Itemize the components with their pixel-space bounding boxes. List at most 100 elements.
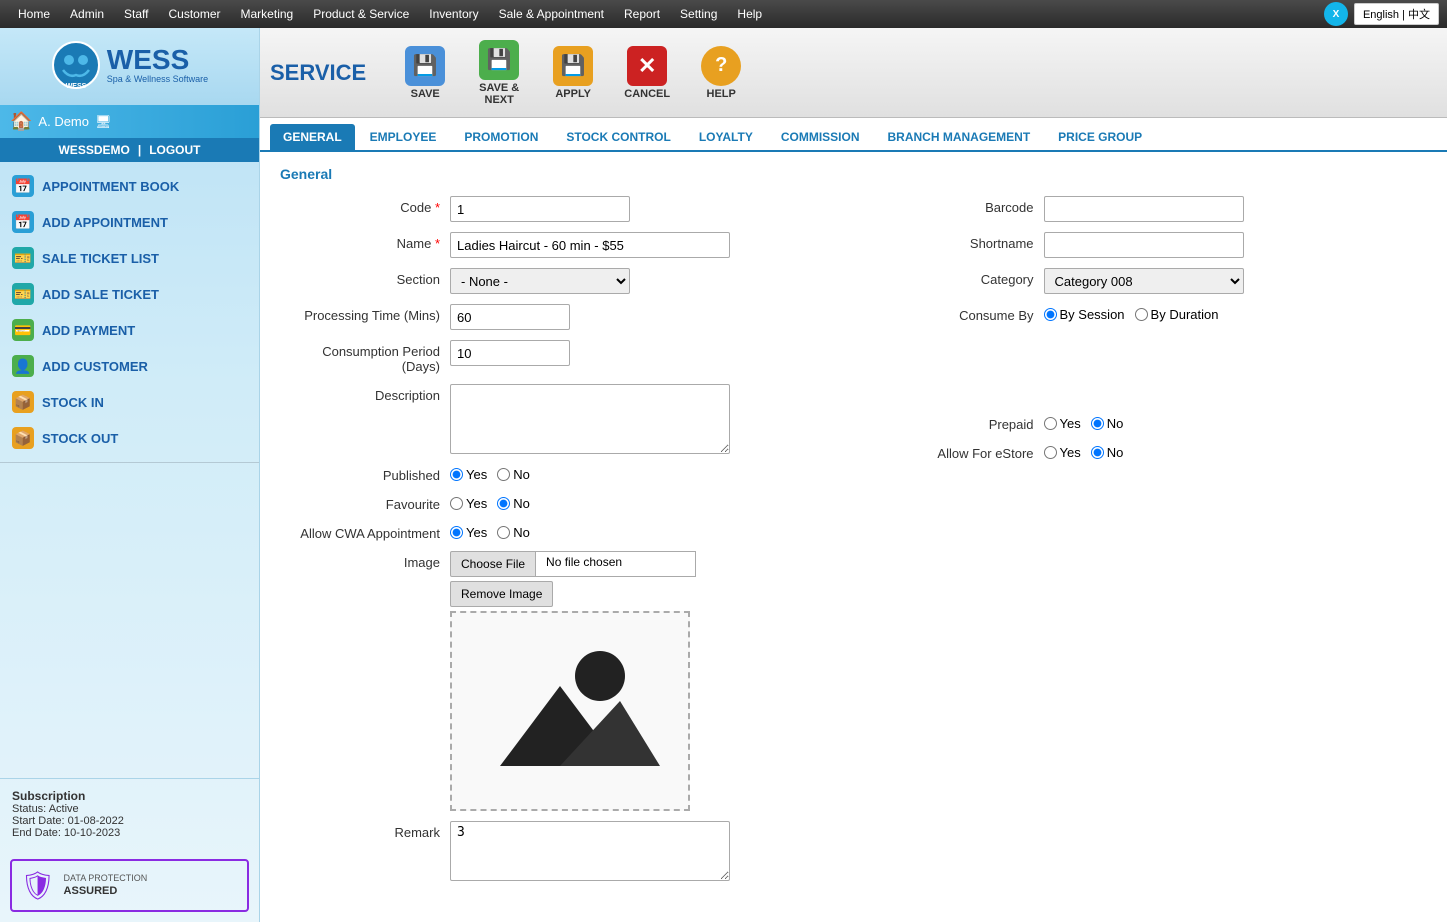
sidebar-item-label: SALE TICKET LIST <box>42 251 159 266</box>
sidebar-item-stock-in[interactable]: 📦 STOCK IN <box>0 384 259 420</box>
nav-help[interactable]: Help <box>727 0 772 28</box>
allow-estore-no-radio[interactable] <box>1091 446 1104 459</box>
consume-by-duration-radio[interactable] <box>1135 308 1148 321</box>
consume-by-duration-label[interactable]: By Duration <box>1135 307 1219 322</box>
allow-cwa-yes-label[interactable]: Yes <box>450 525 487 540</box>
allow-cwa-label: Allow CWA Appointment <box>280 522 450 541</box>
name-input[interactable] <box>450 232 730 258</box>
tab-stock-control[interactable]: STOCK CONTROL <box>553 124 683 150</box>
choose-file-button[interactable]: Choose File <box>450 551 536 577</box>
published-no-radio[interactable] <box>497 468 510 481</box>
category-select[interactable]: Category 008 <box>1044 268 1244 294</box>
logout-button[interactable]: LOGOUT <box>149 143 200 157</box>
save-next-button[interactable]: 💾 SAVE & NEXT <box>464 38 534 108</box>
dpa-line1: DATA PROTECTION <box>64 873 148 883</box>
favourite-no-radio[interactable] <box>497 497 510 510</box>
name-row: Name * <box>280 232 834 258</box>
prepaid-yes-radio[interactable] <box>1044 417 1057 430</box>
prepaid-row: Prepaid Yes No <box>874 413 1428 432</box>
nav-inventory[interactable]: Inventory <box>419 0 488 28</box>
nav-admin[interactable]: Admin <box>60 0 114 28</box>
allow-cwa-row: Allow CWA Appointment Yes No <box>280 522 834 541</box>
xero-button[interactable]: X <box>1324 2 1348 26</box>
consume-by-session-radio[interactable] <box>1044 308 1057 321</box>
sidebar-item-add-payment[interactable]: 💳 ADD PAYMENT <box>0 312 259 348</box>
barcode-input[interactable] <box>1044 196 1244 222</box>
allow-estore-yes-radio[interactable] <box>1044 446 1057 459</box>
stock-out-icon: 📦 <box>12 427 34 449</box>
prepaid-yes-text: Yes <box>1060 416 1081 431</box>
nav-staff[interactable]: Staff <box>114 0 158 28</box>
subscription-info: Subscription Status: Active Start Date: … <box>0 778 259 849</box>
svg-text:WESS: WESS <box>65 83 86 90</box>
nav-customer[interactable]: Customer <box>159 0 231 28</box>
tab-price-group[interactable]: PRICE GROUP <box>1045 124 1155 150</box>
tab-general[interactable]: GENERAL <box>270 124 355 150</box>
cancel-button[interactable]: ✕ CANCEL <box>612 38 682 108</box>
sidebar-item-label: ADD CUSTOMER <box>42 359 148 374</box>
language-button[interactable]: English | 中文 <box>1354 3 1439 25</box>
tab-employee[interactable]: EMPLOYEE <box>357 124 450 150</box>
sidebar-item-add-appointment[interactable]: 📅 ADD APPOINTMENT <box>0 204 259 240</box>
sidebar-item-label: STOCK IN <box>42 395 104 410</box>
prepaid-yes-label[interactable]: Yes <box>1044 416 1081 431</box>
sidebar-item-add-sale-ticket[interactable]: 🎫 ADD SALE TICKET <box>0 276 259 312</box>
remark-input[interactable]: 3 <box>450 821 730 881</box>
remove-image-button[interactable]: Remove Image <box>450 581 553 607</box>
save-icon: 💾 <box>405 46 445 86</box>
sidebar-item-sale-ticket-list[interactable]: 🎫 SALE TICKET LIST <box>0 240 259 276</box>
prepaid-no-label[interactable]: No <box>1091 416 1124 431</box>
favourite-yes-label[interactable]: Yes <box>450 496 487 511</box>
consumption-period-input[interactable] <box>450 340 570 366</box>
processing-time-input[interactable] <box>450 304 570 330</box>
tab-promotion[interactable]: PROMOTION <box>451 124 551 150</box>
prepaid-label: Prepaid <box>874 413 1044 432</box>
favourite-yes-radio[interactable] <box>450 497 463 510</box>
help-button[interactable]: ? HELP <box>686 38 756 108</box>
consume-by-duration-text: By Duration <box>1151 307 1219 322</box>
shortname-row: Shortname <box>874 232 1428 258</box>
allow-cwa-yes-radio[interactable] <box>450 526 463 539</box>
nav-sale-appointment[interactable]: Sale & Appointment <box>489 0 614 28</box>
allow-estore-label: Allow For eStore <box>874 442 1044 461</box>
published-yes-label[interactable]: Yes <box>450 467 487 482</box>
description-input[interactable] <box>450 384 730 454</box>
favourite-no-label[interactable]: No <box>497 496 530 511</box>
shortname-label: Shortname <box>874 232 1044 251</box>
sidebar-item-appointment-book[interactable]: 📅 APPOINTMENT BOOK <box>0 168 259 204</box>
code-input[interactable] <box>450 196 630 222</box>
allow-cwa-radio-group: Yes No <box>450 522 530 540</box>
consumption-period-label: Consumption Period(Days) <box>280 340 450 374</box>
section-select[interactable]: - None - <box>450 268 630 294</box>
main-content: SERVICE 💾 SAVE 💾 SAVE & NEXT 💾 APPLY ✕ C… <box>260 28 1447 922</box>
nav-product-service[interactable]: Product & Service <box>303 0 419 28</box>
sidebar-item-stock-out[interactable]: 📦 STOCK OUT <box>0 420 259 456</box>
shortname-input[interactable] <box>1044 232 1244 258</box>
published-no-label[interactable]: No <box>497 467 530 482</box>
sidebar: WESS WESS Spa & Wellness Software 🏠 A. D… <box>0 28 260 922</box>
tab-branch-management[interactable]: BRANCH MANAGEMENT <box>875 124 1044 150</box>
published-radio-group: Yes No <box>450 464 530 482</box>
allow-estore-yes-label[interactable]: Yes <box>1044 445 1081 460</box>
nav-report[interactable]: Report <box>614 0 670 28</box>
allow-estore-no-label[interactable]: No <box>1091 445 1124 460</box>
apply-button[interactable]: 💾 APPLY <box>538 38 608 108</box>
subscription-end: End Date: 10-10-2023 <box>12 827 247 839</box>
save-button[interactable]: 💾 SAVE <box>390 38 460 108</box>
save-next-label: SAVE & NEXT <box>464 82 534 106</box>
consume-by-session-label[interactable]: By Session <box>1044 307 1125 322</box>
published-yes-radio[interactable] <box>450 468 463 481</box>
form-left-col: Code * Name * Section <box>280 196 834 891</box>
allow-cwa-no-label[interactable]: No <box>497 525 530 540</box>
nav-setting[interactable]: Setting <box>670 0 727 28</box>
tab-commission[interactable]: COMMISSION <box>768 124 873 150</box>
prepaid-no-radio[interactable] <box>1091 417 1104 430</box>
allow-cwa-no-radio[interactable] <box>497 526 510 539</box>
nav-marketing[interactable]: Marketing <box>231 0 304 28</box>
nav-home[interactable]: Home <box>8 0 60 28</box>
tab-loyalty[interactable]: LOYALTY <box>686 124 766 150</box>
sidebar-item-add-customer[interactable]: 👤 ADD CUSTOMER <box>0 348 259 384</box>
published-no-text: No <box>513 467 530 482</box>
add-payment-icon: 💳 <box>12 319 34 341</box>
favourite-row: Favourite Yes No <box>280 493 834 512</box>
